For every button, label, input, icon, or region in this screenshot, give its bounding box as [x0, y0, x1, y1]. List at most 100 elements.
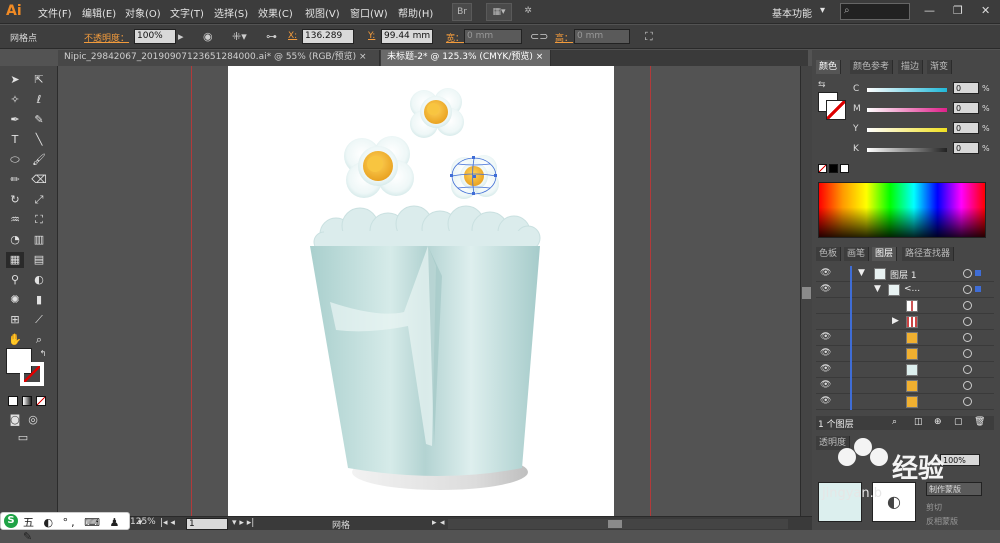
recolor-icon[interactable]: ◉	[203, 30, 213, 43]
color-spectrum[interactable]	[818, 182, 986, 238]
arrange-documents-button[interactable]: ▦▾	[486, 3, 512, 21]
link-icon[interactable]: ⊂⊃	[530, 30, 548, 43]
tab-document-2[interactable]: 未标题-2* @ 125.3% (CMYK/预览) ×	[381, 50, 551, 66]
clip-checkbox[interactable]: 剪切	[926, 502, 942, 513]
layer-target-icon[interactable]	[963, 397, 972, 406]
x-input[interactable]: 136.289	[302, 29, 354, 44]
first-artboard-icon[interactable]: |◂ ◂	[160, 518, 175, 528]
layer-target-icon[interactable]	[963, 269, 972, 278]
menu-window[interactable]: 窗口(W)	[350, 5, 388, 20]
layer-row-item[interactable]: 👁	[816, 378, 994, 394]
opacity-input[interactable]: 100%	[134, 29, 176, 44]
visibility-eye-icon[interactable]: 👁	[820, 268, 831, 278]
layer-row-item[interactable]	[816, 298, 994, 314]
layer-selected-indicator[interactable]	[975, 286, 981, 292]
horizontal-scroll-left-icon[interactable]: ◂	[440, 518, 445, 528]
hand-tool-icon[interactable]: ✋	[6, 332, 24, 348]
close-tab-icon[interactable]: ×	[536, 52, 544, 62]
horizontal-scroll-thumb[interactable]	[608, 520, 622, 528]
workspace-dropdown-icon[interactable]: ▾	[820, 5, 825, 16]
status-arrow-icon[interactable]: ▸	[432, 518, 437, 528]
layer-target-icon[interactable]	[963, 349, 972, 358]
zoom-level[interactable]: 125%	[130, 517, 156, 527]
new-layer-icon[interactable]: ▢	[954, 417, 963, 427]
menu-view[interactable]: 视图(V)	[305, 5, 340, 20]
workspace-switcher[interactable]: 基本功能	[772, 5, 812, 20]
color-swap-icon[interactable]: ⇆	[818, 80, 826, 90]
height-label[interactable]: 高：	[555, 31, 573, 44]
symbol-sprayer-icon[interactable]: ✺	[6, 292, 24, 308]
layer-target-icon[interactable]	[963, 317, 972, 326]
help-search-input[interactable]: ⌕	[840, 3, 910, 20]
expand-arrow-icon[interactable]: ▶	[892, 316, 899, 326]
color-mode-button[interactable]	[8, 396, 18, 406]
eyedropper-icon[interactable]: ⚲	[6, 272, 24, 288]
slice-tool-icon[interactable]: ⟋	[30, 312, 48, 328]
artboard-tool-icon[interactable]: ⊞	[6, 312, 24, 328]
direct-selection-tool-icon[interactable]: ⇱	[30, 72, 48, 88]
warp-icon[interactable]: ♒	[6, 212, 24, 228]
bridge-button[interactable]: Br	[452, 3, 472, 21]
horizontal-scrollbar[interactable]	[448, 519, 788, 529]
expand-arrow-icon[interactable]: ▼	[874, 284, 881, 294]
layer-target-icon[interactable]	[963, 301, 972, 310]
y-input[interactable]: 99.44 mm	[381, 29, 433, 44]
artboard-number-input[interactable]: 1	[186, 518, 228, 530]
close-button[interactable]: ✕	[981, 4, 990, 17]
color-stroke-swatch[interactable]	[826, 100, 846, 120]
graph-tool-icon[interactable]: ▮	[30, 292, 48, 308]
channel-m-input[interactable]: 0	[953, 102, 979, 114]
layer-row-item[interactable]: ▶	[816, 314, 994, 330]
gpu-icon[interactable]: ✲	[518, 3, 538, 21]
delete-layer-icon[interactable]: 🗑	[974, 417, 985, 427]
pencil-icon[interactable]: ✏	[6, 172, 24, 188]
invert-mask-checkbox[interactable]: 反相蒙版	[926, 516, 958, 527]
layer-row-item[interactable]: 👁	[816, 394, 994, 410]
restore-button[interactable]: ❐	[953, 4, 963, 17]
next-artboard-icon[interactable]: ▾ ▸ ▸|	[232, 518, 254, 528]
stroke-swatch[interactable]	[20, 362, 44, 386]
make-clip-mask-icon[interactable]: ◫	[914, 417, 923, 427]
visibility-eye-icon[interactable]: 👁	[820, 284, 831, 294]
layer-row-item[interactable]: 👁	[816, 362, 994, 378]
opacity-arrow-icon[interactable]: ▸	[178, 30, 184, 43]
curvature-icon[interactable]: ✎	[30, 112, 48, 128]
locate-object-icon[interactable]: ⌕	[892, 417, 897, 427]
layer-target-icon[interactable]	[963, 365, 972, 374]
draw-mode-icon[interactable]: ◙	[6, 412, 24, 428]
layer-row-item[interactable]: 👁	[816, 330, 994, 346]
scroll-thumb[interactable]	[802, 287, 811, 299]
x-label[interactable]: X:	[288, 31, 297, 41]
layer-row-layer1[interactable]: 👁 ▼ 图层 1	[816, 266, 994, 282]
expand-arrow-icon[interactable]: ▼	[858, 268, 865, 278]
tab-color-guide[interactable]: 颜色参考	[850, 60, 894, 74]
visibility-eye-icon[interactable]: 👁	[820, 348, 831, 358]
channel-k-input[interactable]: 0	[953, 142, 979, 154]
layer-target-icon[interactable]	[963, 333, 972, 342]
vertical-scrollbar[interactable]	[800, 66, 812, 516]
draw-inside-icon[interactable]: ◎	[24, 412, 42, 428]
width-input[interactable]: 0 mm	[464, 29, 522, 44]
width-label[interactable]: 宽：	[446, 31, 464, 44]
layer-row-item[interactable]: 👁	[816, 346, 994, 362]
align-icon[interactable]: ⊶	[266, 30, 277, 43]
tab-swatches[interactable]: 色板	[816, 247, 842, 261]
type-tool-icon[interactable]: T	[6, 132, 24, 148]
none-color-swatch[interactable]	[818, 164, 827, 173]
channel-k-slider[interactable]	[867, 148, 947, 152]
menu-help[interactable]: 帮助(H)	[398, 5, 433, 20]
pen-tool-icon[interactable]: ✒	[6, 112, 24, 128]
channel-c-slider[interactable]	[867, 88, 947, 92]
canvas-area[interactable]	[58, 66, 800, 516]
status-mode-label[interactable]: 网格	[332, 518, 350, 531]
black-swatch[interactable]	[829, 164, 838, 173]
artboard[interactable]	[228, 66, 614, 516]
visibility-eye-icon[interactable]: 👁	[820, 364, 831, 374]
height-input[interactable]: 0 mm	[574, 29, 630, 44]
free-transform-icon[interactable]: ⛶	[30, 212, 48, 228]
menu-object[interactable]: 对象(O)	[125, 5, 161, 20]
screen-mode-icon[interactable]: ▭	[14, 430, 32, 446]
gradient-mode-button[interactable]	[22, 396, 32, 406]
layer-target-icon[interactable]	[963, 285, 972, 294]
layer-selected-indicator[interactable]	[975, 270, 981, 276]
